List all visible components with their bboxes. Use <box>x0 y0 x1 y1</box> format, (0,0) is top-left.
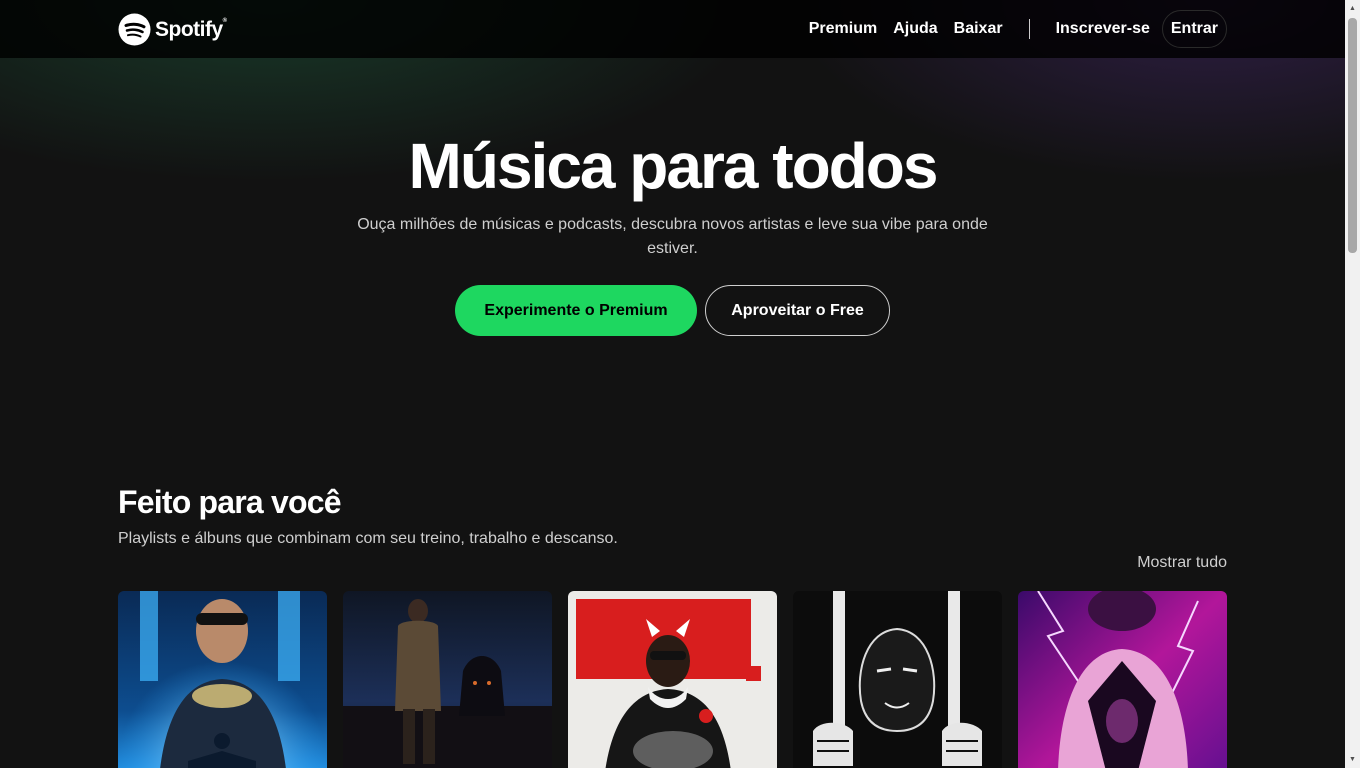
hero-title: Música para todos <box>408 130 939 202</box>
spotify-logo[interactable]: Spotify® <box>118 13 227 46</box>
playlist-card[interactable] <box>568 591 777 768</box>
album-cover-image <box>118 591 327 768</box>
spotify-wordmark: Spotify® <box>155 17 227 41</box>
nav-help-link[interactable]: Ajuda <box>885 20 945 38</box>
section-subtitle: Playlists e álbuns que combinam com seu … <box>118 530 618 547</box>
album-cover-image <box>343 591 552 768</box>
album-cover-image <box>1018 591 1227 768</box>
playlist-card[interactable] <box>793 591 1002 768</box>
spotify-logo-icon <box>118 13 151 46</box>
playlist-card[interactable] <box>118 591 327 768</box>
playlist-card[interactable] <box>1018 591 1227 768</box>
enjoy-free-button[interactable]: Aproveitar o Free <box>705 285 890 336</box>
page-scrollbar[interactable]: ▲ ▼ <box>1345 0 1360 768</box>
hero-subtitle: Ouça milhões de músicas e podcasts, desc… <box>357 216 988 257</box>
login-button[interactable]: Entrar <box>1161 10 1227 48</box>
try-premium-button[interactable]: Experimente o Premium <box>455 285 697 336</box>
scrollbar-thumb[interactable] <box>1348 18 1357 253</box>
hero-cta-row: Experimente o Premium Aproveitar o Free <box>0 285 1345 336</box>
playlist-card[interactable] <box>343 591 552 768</box>
main-nav: Premium Ajuda Baixar Inscrever-se Entrar <box>801 10 1227 48</box>
album-cover-image <box>793 591 1002 768</box>
album-cover-image <box>568 591 777 768</box>
signup-link[interactable]: Inscrever-se <box>1048 20 1158 38</box>
playlist-cards <box>118 591 1227 768</box>
scroll-down-arrow-icon[interactable]: ▼ <box>1345 751 1360 768</box>
nav-download-link[interactable]: Baixar <box>946 20 1011 38</box>
nav-premium-link[interactable]: Premium <box>801 20 885 38</box>
page: Spotify® Premium Ajuda Baixar Inscrever-… <box>0 0 1345 768</box>
section-title: Feito para você <box>118 484 342 520</box>
scroll-up-arrow-icon[interactable]: ▲ <box>1345 0 1360 17</box>
top-bar: Spotify® Premium Ajuda Baixar Inscrever-… <box>0 0 1345 58</box>
show-all-link[interactable]: Mostrar tudo <box>1137 553 1227 573</box>
nav-divider <box>1028 19 1030 39</box>
